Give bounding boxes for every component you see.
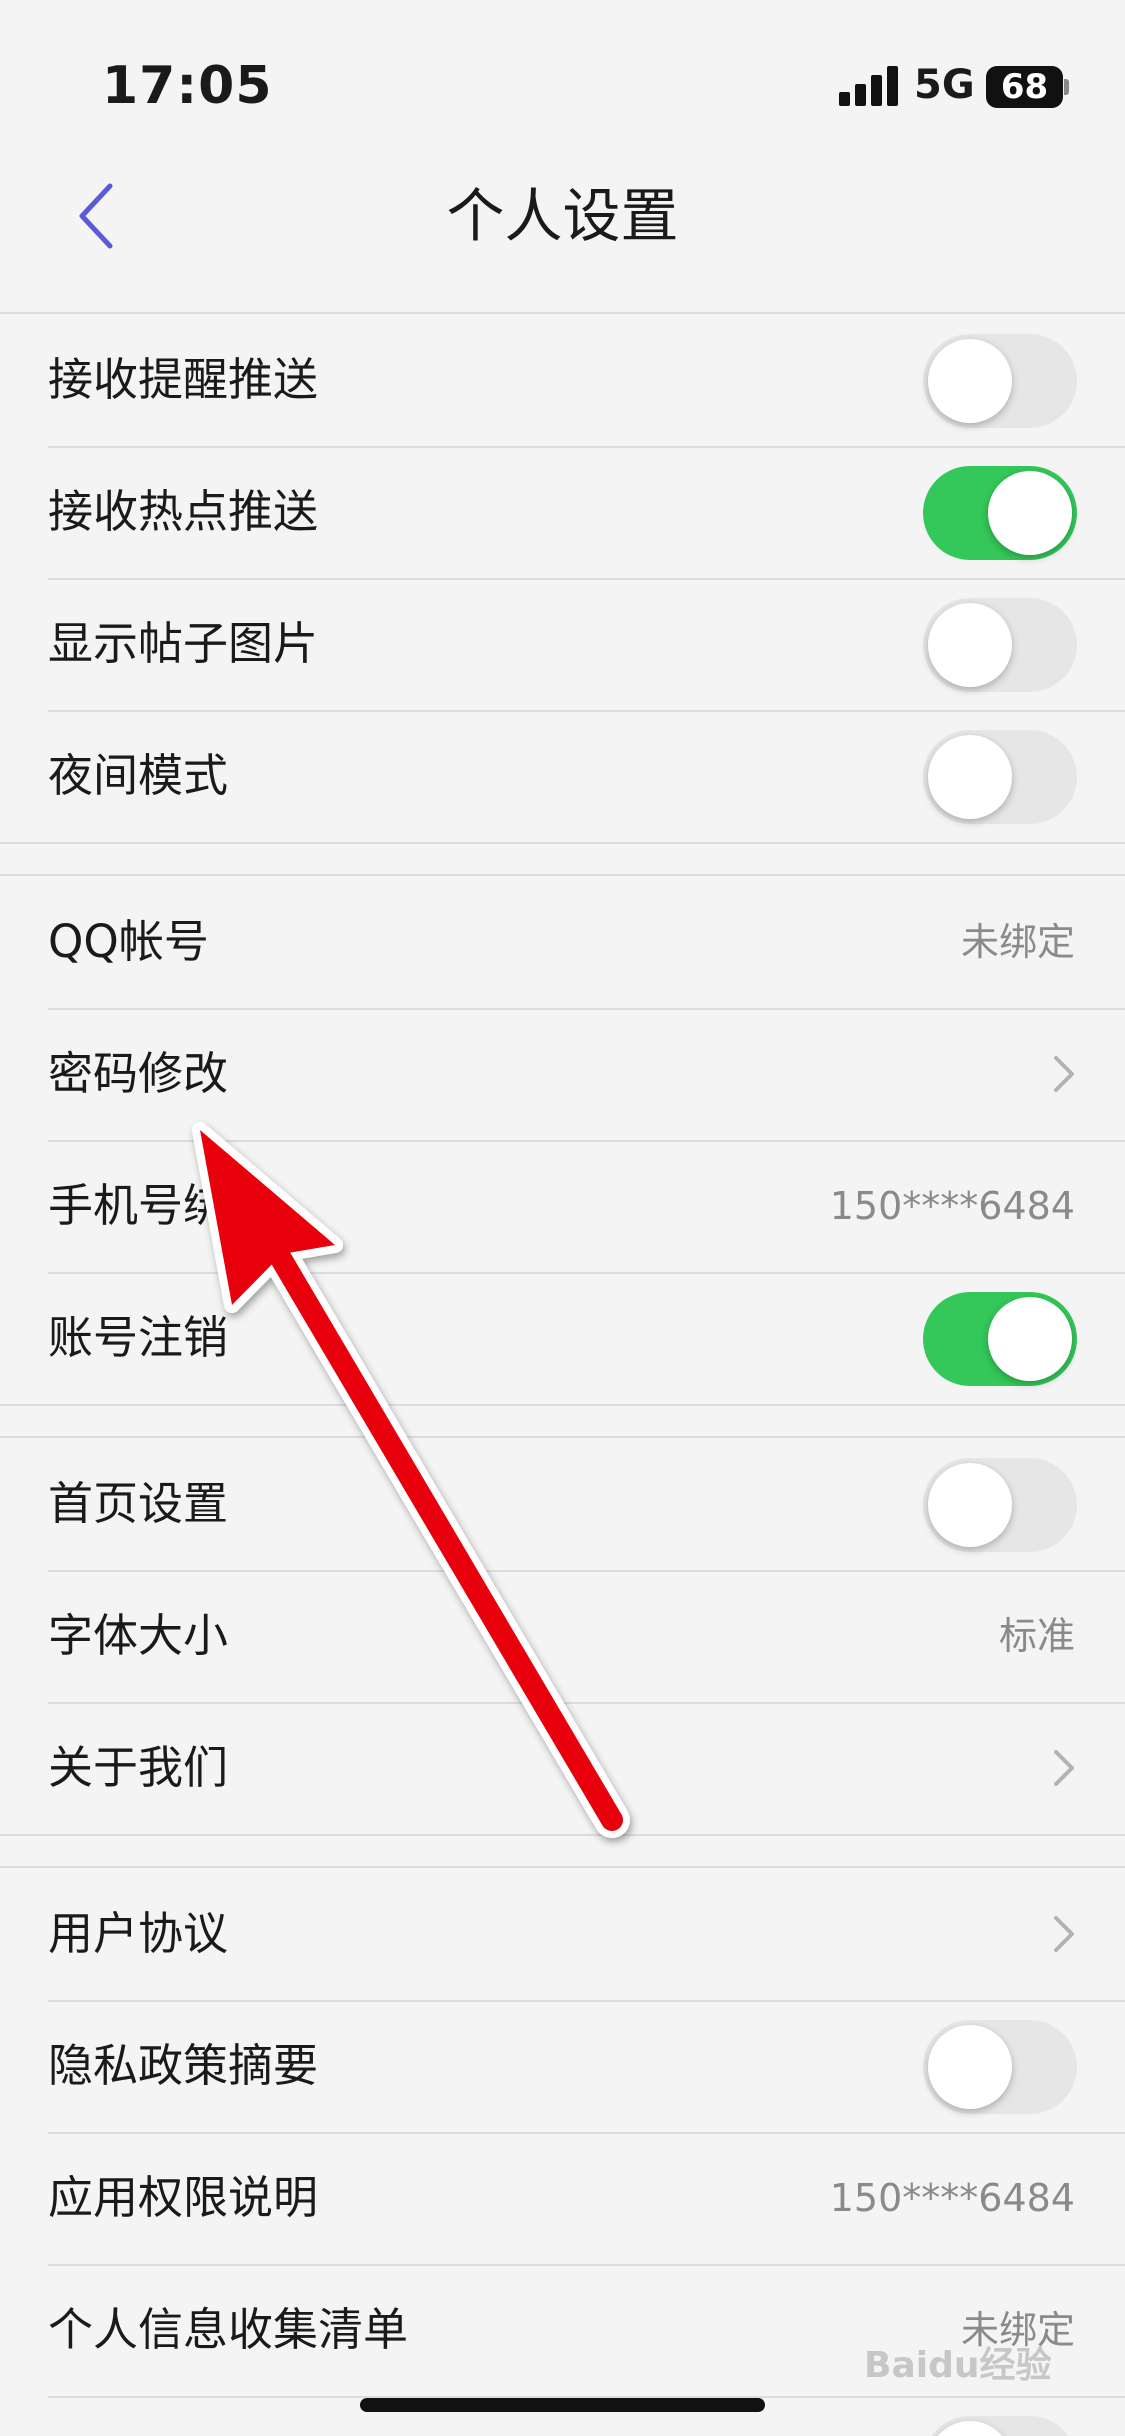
settings-row-label: QQ帐号	[48, 915, 209, 968]
settings-row-value: 未绑定	[960, 920, 1075, 964]
toggle-knob	[928, 2421, 1012, 2436]
toggle-knob	[928, 339, 1012, 423]
settings-row[interactable]: 接收热点推送	[0, 446, 1125, 578]
settings-row-label: 夜间模式	[48, 749, 229, 802]
settings-row[interactable]: 接收提醒推送	[0, 314, 1125, 446]
settings-row-label: 用户协议	[48, 1907, 229, 1960]
settings-list: 接收提醒推送 接收热点推送 显示帖子图片 夜间模式 QQ帐号 未绑定密码修改手机号绑定 15…	[0, 282, 1125, 2436]
settings-row[interactable]: 应用权限说明 150****6484	[0, 2132, 1125, 2264]
toggle-switch[interactable]	[923, 466, 1077, 560]
chevron-right-icon	[1054, 1056, 1074, 1092]
settings-row-label: 个人信息收集清单	[48, 2303, 409, 2356]
settings-row-label: 手机号绑定	[48, 1179, 274, 1232]
settings-row-label: 应用权限说明	[48, 2171, 319, 2224]
battery-icon: 68	[986, 66, 1063, 108]
toggle-knob	[928, 735, 1012, 819]
toggle-switch[interactable]	[923, 598, 1077, 692]
settings-row-label: 显示帖子图片	[48, 617, 319, 670]
toggle-knob	[928, 603, 1012, 687]
settings-row[interactable]: 账号注销	[0, 1272, 1125, 1404]
battery-level: 68	[1000, 67, 1049, 107]
toggle-switch[interactable]	[923, 2020, 1077, 2114]
toggle-knob	[988, 1297, 1072, 1381]
settings-group: QQ帐号 未绑定密码修改手机号绑定 150****6484 账号注销	[0, 874, 1125, 1406]
status-bar: 17:05 5G 68	[0, 0, 1125, 150]
battery-tip	[1064, 79, 1069, 95]
cellular-signal-icon	[839, 66, 899, 106]
settings-row[interactable]: 密码修改	[0, 1008, 1125, 1140]
settings-row-label: 关于我们	[48, 1741, 229, 1794]
toggle-switch[interactable]	[923, 334, 1077, 428]
chevron-right-icon	[1054, 1750, 1074, 1786]
settings-row[interactable]: 首页设置	[0, 1438, 1125, 1570]
toggle-switch[interactable]	[923, 1458, 1077, 1552]
toggle-switch[interactable]	[923, 1292, 1077, 1386]
network-type: 5G	[914, 62, 975, 108]
toggle-switch[interactable]	[923, 730, 1077, 824]
settings-row-label: 账号注销	[48, 1311, 229, 1364]
settings-row[interactable]: 夜间模式	[0, 710, 1125, 842]
settings-row[interactable]: 手机号绑定 150****6484	[0, 1140, 1125, 1272]
settings-row[interactable]: 隐私政策摘要	[0, 2000, 1125, 2132]
settings-row-label: 隐私政策摘要	[48, 2039, 319, 2092]
settings-row[interactable]: 字体大小 标准	[0, 1570, 1125, 1702]
settings-group: 首页设置字体大小 标准关于我们	[0, 1436, 1125, 1836]
settings-group: 接收提醒推送 接收热点推送 显示帖子图片 夜间模式	[0, 312, 1125, 844]
settings-row-value: 150****6484	[829, 2176, 1075, 2220]
chevron-right-icon	[1054, 1916, 1074, 1952]
settings-row-label: 接收热点推送	[48, 485, 319, 538]
settings-row-value: 150****6484	[829, 1184, 1075, 1228]
settings-row[interactable]: 用户协议	[0, 1868, 1125, 2000]
settings-row-label: 首页设置	[48, 1477, 229, 1530]
settings-row-value: 标准	[998, 1614, 1075, 1658]
page-title: 个人设置	[446, 182, 679, 250]
watermark: Baidu经验	[864, 2345, 1052, 2386]
settings-row-label: 接收提醒推送	[48, 353, 319, 406]
settings-row[interactable]: QQ帐号 未绑定	[0, 876, 1125, 1008]
status-time: 17:05	[102, 56, 273, 116]
settings-row-label: 字体大小	[48, 1609, 229, 1662]
navigation-bar: 个人设置	[0, 150, 1125, 282]
settings-row-label: 密码修改	[48, 1047, 229, 1100]
toggle-knob	[928, 2025, 1012, 2109]
home-indicator[interactable]	[360, 2398, 765, 2412]
settings-row[interactable]: 关于我们	[0, 1702, 1125, 1834]
toggle-switch[interactable]	[923, 2416, 1077, 2436]
toggle-knob	[928, 1463, 1012, 1547]
toggle-knob	[988, 471, 1072, 555]
settings-row[interactable]: 显示帖子图片	[0, 578, 1125, 710]
